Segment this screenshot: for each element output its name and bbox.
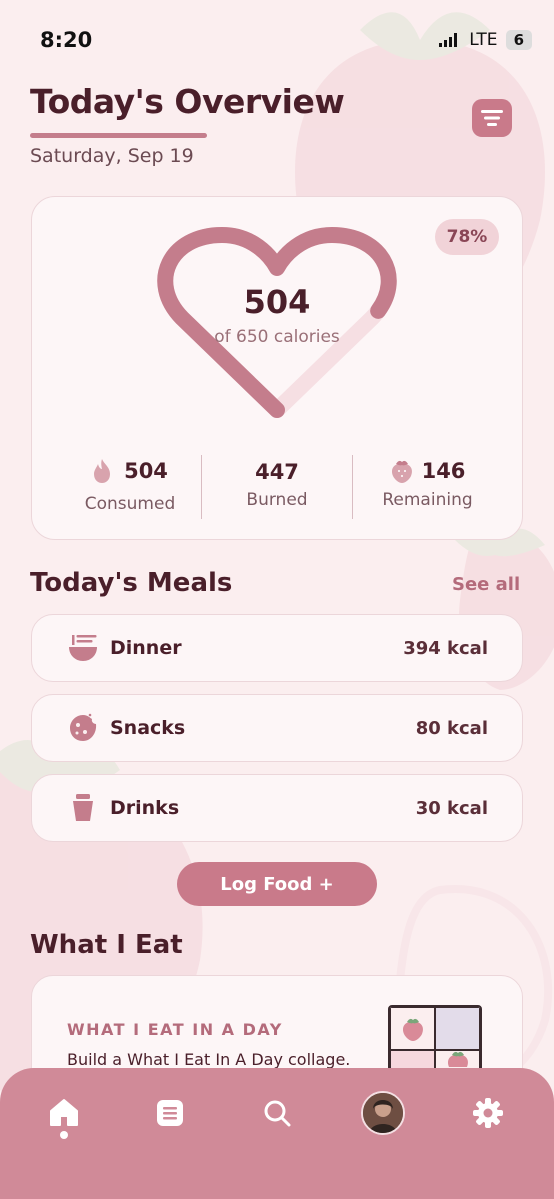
menu-button[interactable] [472,99,512,137]
signal-icon [439,33,458,47]
stat-remaining: 146 Remaining [370,458,485,522]
gear-icon [473,1098,503,1128]
stat-burned: 447 Burned [215,460,339,524]
meals-section-title: Today's Meals [30,568,233,598]
status-indicators: LTE 6 [439,30,532,50]
page-title: Today's Overview [30,82,345,121]
stat-value: 504 [124,459,168,483]
nav-list[interactable] [150,1093,190,1133]
stat-divider [352,455,353,519]
cup-icon [66,791,100,825]
profile-photo [363,1093,403,1133]
what-i-eat-title: What I Eat [30,930,183,960]
list-icon [157,1100,183,1126]
meal-row-snacks[interactable]: Snacks 80 kcal [31,694,523,762]
heart-progress-stroke [157,227,397,418]
strawberry-icon [391,460,412,483]
nav-home[interactable] [44,1093,84,1133]
flame-icon [94,459,111,483]
noodle-bowl-icon [66,631,100,665]
nav-settings[interactable] [468,1093,508,1133]
calorie-goal-text: of 650 calories [214,327,340,347]
stat-label: Burned [246,490,308,510]
stat-label: Consumed [84,494,176,514]
page-date: Saturday, Sep 19 [30,145,194,167]
calorie-heart-progress [157,227,397,418]
meal-name: Drinks [110,797,180,819]
meal-kcal: 80 kcal [415,717,488,739]
meal-kcal: 394 kcal [403,637,488,659]
title-underline [30,133,207,138]
nav-search[interactable] [257,1093,297,1133]
status-time: 8:20 [40,28,93,52]
collage-cell [435,1007,480,1050]
meal-kcal: 30 kcal [415,797,488,819]
progress-percent-badge: 78% [435,219,499,255]
stat-label: Remaining [382,490,473,510]
meal-name: Snacks [110,717,186,739]
cookie-icon [66,711,100,745]
see-all-link[interactable]: See all [452,574,520,595]
log-food-button[interactable]: Log Food + [177,862,377,906]
network-label: LTE [469,30,498,50]
meal-row-dinner[interactable]: Dinner 394 kcal [31,614,523,682]
search-icon [264,1100,291,1127]
what-i-eat-card-description: Build a What I Eat In A Day collage. [67,1050,351,1069]
meal-name: Dinner [110,637,182,659]
battery-indicator: 6 [505,30,532,50]
stat-value: 447 [255,460,299,484]
list-icon [481,110,503,126]
meal-row-drinks[interactable]: Drinks 30 kcal [31,774,523,842]
stat-consumed: 504 Consumed [70,458,190,522]
stat-divider [201,455,202,519]
calories-consumed-value: 504 [243,283,311,321]
collage-strawberry-icon [390,1007,435,1050]
nav-active-indicator [60,1131,68,1139]
bottom-navigation [0,1068,554,1199]
home-icon [50,1099,78,1126]
avatar[interactable] [361,1091,405,1135]
what-i-eat-card-heading: WHAT I EAT IN A DAY [67,1020,283,1039]
stat-value: 146 [421,459,466,483]
